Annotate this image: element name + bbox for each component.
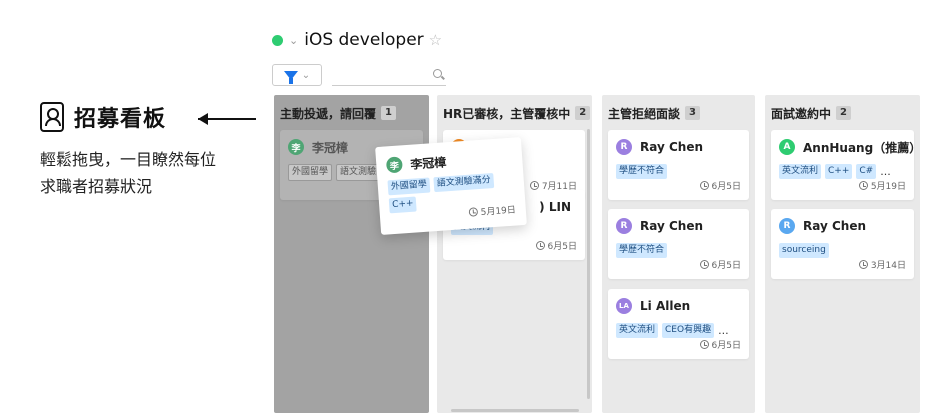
- chevron-down-icon[interactable]: ⌄: [289, 34, 298, 47]
- tag: 外國留學: [387, 177, 431, 196]
- status-dot-icon[interactable]: [272, 34, 283, 46]
- column-header: HR已審核，主管覆核中 2: [437, 95, 592, 131]
- column-header: 主管拒絕面談 3: [602, 95, 755, 131]
- candidate-name: 李冠樟: [409, 154, 447, 172]
- column-header: 主動投遞，請回覆 1: [274, 95, 429, 131]
- more-tags: ...: [718, 324, 729, 337]
- date-text: 3月14日: [870, 261, 906, 271]
- tag: CEO有興趣: [662, 323, 715, 338]
- card-date: 3月14日: [858, 258, 906, 271]
- board-title: iOS developer: [304, 30, 424, 50]
- candidate-card[interactable]: A AnnHuang（推薦） 英文流利 C++ C# ... 5月19日: [771, 130, 921, 200]
- filter-button[interactable]: ⌄: [272, 64, 322, 86]
- candidate-card[interactable]: LA Li Allen 英文流利 CEO有興趣 ... 6月5日: [608, 289, 749, 359]
- card-date: 5月19日: [468, 203, 516, 219]
- column-interview-invited: 面試邀約中 2 A AnnHuang（推薦） 英文流利 C++ C# ... 5…: [765, 95, 921, 413]
- search-icon[interactable]: [433, 69, 442, 78]
- star-icon[interactable]: ☆: [429, 31, 442, 49]
- candidate-card[interactable]: R Ray Chen sourceing 3月14日: [771, 209, 914, 279]
- avatar: R: [779, 218, 795, 234]
- column-applied: 主動投遞，請回覆 1 李 李冠樟 外國留學 語文測驗: [274, 95, 429, 413]
- tag: 學歷不符合: [616, 243, 668, 258]
- candidate-name: Li Allen: [640, 299, 691, 313]
- column-title: HR已審核，主管覆核中: [443, 106, 571, 121]
- date-text: 5月19日: [870, 182, 906, 192]
- promo-description: 輕鬆拖曳，一目瞭然每位求職者招募狀況: [40, 150, 217, 196]
- clock-icon: [699, 340, 709, 349]
- date-text: 5月19日: [480, 205, 517, 218]
- candidate-name: AnnHuang（推薦）: [803, 140, 922, 155]
- card-date: 6月5日: [699, 179, 741, 192]
- date-text: 6月5日: [711, 182, 741, 192]
- card-date: 5月19日: [858, 179, 906, 192]
- horizontal-scrollbar[interactable]: [451, 409, 579, 412]
- promo-heading: 招募看板: [74, 107, 167, 132]
- tag: 語文測驗: [336, 164, 381, 181]
- column-title: 主管拒絕面談: [608, 106, 681, 121]
- date-text: 6月5日: [547, 242, 577, 252]
- filter-icon: [283, 70, 298, 84]
- more-tags: ...: [880, 165, 891, 178]
- card-date: 6月5日: [699, 258, 741, 271]
- clock-icon: [699, 260, 709, 269]
- count-badge: 2: [836, 106, 851, 120]
- avatar: 李: [288, 139, 304, 155]
- candidate-card[interactable]: R Ray Chen 學歷不符合 6月5日: [608, 130, 749, 200]
- candidate-name: Ray Chen: [640, 140, 703, 154]
- avatar: LA: [616, 298, 632, 314]
- clock-icon: [529, 181, 539, 190]
- tag: 英文流利: [779, 164, 822, 179]
- date-text: 6月5日: [711, 341, 741, 351]
- avatar: 李: [385, 156, 403, 174]
- tag: 英文流利: [616, 323, 659, 338]
- date-text: 6月5日: [711, 261, 741, 271]
- avatar: R: [616, 139, 632, 155]
- column-title: 主動投遞，請回覆: [280, 106, 377, 121]
- candidate-name: Ray Chen: [640, 219, 703, 233]
- tag: C#: [856, 164, 877, 179]
- card-date: 6月5日: [535, 239, 577, 252]
- clock-icon: [858, 260, 868, 269]
- tag: C++: [825, 164, 853, 179]
- avatar: R: [616, 218, 632, 234]
- tag: 外國留學: [288, 164, 333, 181]
- candidate-name: Ray Chen: [803, 219, 866, 233]
- vertical-scrollbar[interactable]: [587, 129, 590, 399]
- chevron-down-icon: ⌄: [301, 69, 311, 81]
- tag: 學歷不符合: [616, 164, 668, 179]
- column-title: 面試邀約中: [771, 106, 832, 121]
- clock-icon: [858, 181, 868, 190]
- count-badge: 1: [381, 106, 396, 120]
- avatar: A: [779, 139, 795, 155]
- tag: sourceing: [779, 243, 829, 258]
- candidate-name: ) LIN: [539, 200, 571, 214]
- search-input[interactable]: [332, 66, 446, 86]
- clock-icon: [468, 207, 478, 217]
- arrow-line: [198, 118, 256, 120]
- column-manager-rejected: 主管拒絕面談 3 R Ray Chen 學歷不符合 6月5日 R Ray Che…: [602, 95, 755, 413]
- candidate-card[interactable]: R Ray Chen 學歷不符合 6月5日: [608, 209, 749, 279]
- count-badge: 3: [685, 106, 700, 120]
- tag: 語文測驗滿分: [433, 173, 495, 193]
- column-header: 面試邀約中 2: [765, 95, 920, 131]
- board-header: ⌄ iOS developer ☆: [272, 30, 442, 50]
- promo-title: 招募看板: [40, 100, 166, 134]
- card-date: 6月5日: [699, 338, 741, 351]
- candidate-name: 李冠樟: [312, 140, 349, 155]
- document-user-icon: [40, 102, 64, 132]
- count-badge: 2: [575, 106, 591, 120]
- clock-icon: [699, 181, 709, 190]
- clock-icon: [535, 241, 545, 250]
- dragged-candidate-card[interactable]: 李 李冠樟 外國留學 語文測驗滿分 C++ 5月19日: [375, 137, 527, 235]
- tag: C++: [388, 196, 418, 214]
